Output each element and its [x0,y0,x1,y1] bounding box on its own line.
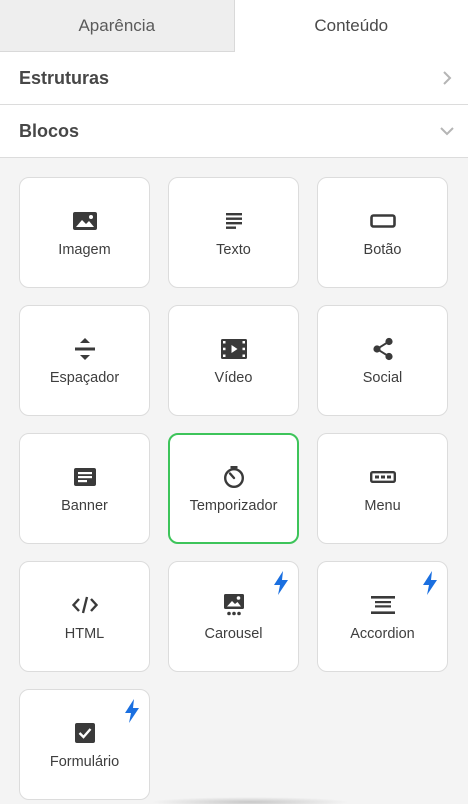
code-icon [71,592,98,618]
scroll-shadow [150,797,350,804]
block-label: Texto [216,241,251,258]
block-formulario[interactable]: Formulário [19,689,150,800]
section-blocos-label: Blocos [19,120,80,141]
block-label: Vídeo [214,369,253,386]
block-label: HTML [64,625,105,642]
block-label: Carousel [204,625,263,642]
chevron-down-icon [438,122,456,140]
text-lines-icon [221,208,247,234]
section-estruturas-label: Estruturas [19,67,110,88]
share-icon [370,336,396,362]
checkbox-icon [72,720,98,746]
chevron-right-icon [438,69,456,87]
button-icon [369,208,396,234]
block-html[interactable]: HTML [19,561,150,672]
carousel-icon [221,592,247,618]
block-label: Espaçador [49,369,120,386]
block-social[interactable]: Social [317,305,448,416]
banner-icon [72,464,98,490]
block-carousel[interactable]: Carousel [168,561,299,672]
bolt-icon [124,699,140,723]
block-temporizador[interactable]: Temporizador [168,433,299,544]
section-estruturas[interactable]: Estruturas [0,52,468,105]
block-label: Menu [364,497,401,514]
block-label: Formulário [49,753,120,770]
block-label: Accordion [350,625,415,642]
timer-icon [221,464,247,490]
menu-icon [369,464,396,490]
block-label: Temporizador [189,497,278,514]
tab-aparencia[interactable]: Aparência [0,0,235,52]
tab-bar: Aparência Conteúdo [0,0,468,52]
block-video[interactable]: Vídeo [168,305,299,416]
block-label: Imagem [58,241,111,258]
block-texto[interactable]: Texto [168,177,299,288]
block-imagem[interactable]: Imagem [19,177,150,288]
block-accordion[interactable]: Accordion [317,561,448,672]
block-botao[interactable]: Botão [317,177,448,288]
blocks-grid: Imagem Texto Botão Espaçador Vídeo Socia… [19,177,448,800]
bolt-icon [422,571,438,595]
spacer-icon [72,336,98,362]
block-menu[interactable]: Menu [317,433,448,544]
bolt-icon [273,571,289,595]
section-blocos[interactable]: Blocos [0,105,468,158]
image-icon [72,208,98,234]
accordion-icon [370,592,396,618]
block-label: Social [362,369,403,386]
block-espacador[interactable]: Espaçador [19,305,150,416]
block-label: Botão [363,241,402,258]
tab-conteudo[interactable]: Conteúdo [234,0,468,52]
block-label: Banner [61,497,108,514]
block-banner[interactable]: Banner [19,433,150,544]
video-icon [220,336,247,362]
